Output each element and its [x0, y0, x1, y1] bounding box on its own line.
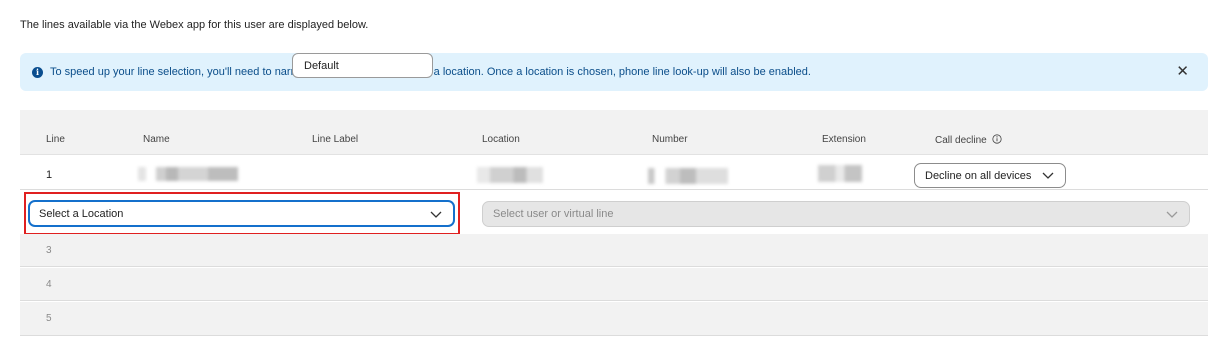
- line-label-input[interactable]: [292, 53, 433, 78]
- info-circle-icon[interactable]: [992, 134, 1003, 144]
- chevron-down-icon: [1166, 211, 1178, 218]
- header-location: Location: [482, 134, 520, 145]
- call-decline-value: Decline on all devices: [925, 169, 1032, 182]
- user-line-select-placeholder: Select user or virtual line: [493, 208, 614, 220]
- redacted-extension: [818, 165, 862, 182]
- row-number: 5: [46, 313, 52, 324]
- row-number: 4: [46, 279, 52, 290]
- info-icon: i: [32, 66, 43, 78]
- page-description: The lines available via the Webex app fo…: [20, 19, 369, 31]
- header-line-label: Line Label: [312, 134, 359, 145]
- highlight-box: [24, 192, 460, 235]
- header-call-decline: Call decline: [935, 134, 1003, 146]
- redacted-location: [477, 167, 543, 183]
- call-decline-select[interactable]: Decline on all devices: [914, 163, 1066, 188]
- row-line-number: 1: [46, 169, 53, 181]
- table-row-empty: 4: [20, 268, 1208, 301]
- redacted-number: [648, 168, 728, 184]
- header-number: Number: [652, 134, 688, 145]
- table-row-empty: 5: [20, 302, 1208, 336]
- header-line: Line: [46, 134, 65, 145]
- lines-table: Line Name Line Label Location Number Ext…: [20, 110, 1208, 155]
- row-number: 3: [46, 245, 52, 256]
- header-extension: Extension: [822, 134, 866, 145]
- chevron-down-icon: [1042, 172, 1054, 179]
- info-banner: i To speed up your line selection, you'l…: [20, 53, 1208, 91]
- user-line-select[interactable]: Select user or virtual line: [482, 201, 1190, 227]
- redacted-name: [138, 167, 238, 181]
- header-name: Name: [143, 134, 170, 145]
- close-icon[interactable]: ✕: [1176, 64, 1189, 79]
- table-header-spacer: [20, 110, 1208, 122]
- header-call-decline-label: Call decline: [935, 135, 987, 146]
- table-header: Line Name Line Label Location Number Ext…: [20, 122, 1208, 155]
- table-row-empty: 3: [20, 234, 1208, 267]
